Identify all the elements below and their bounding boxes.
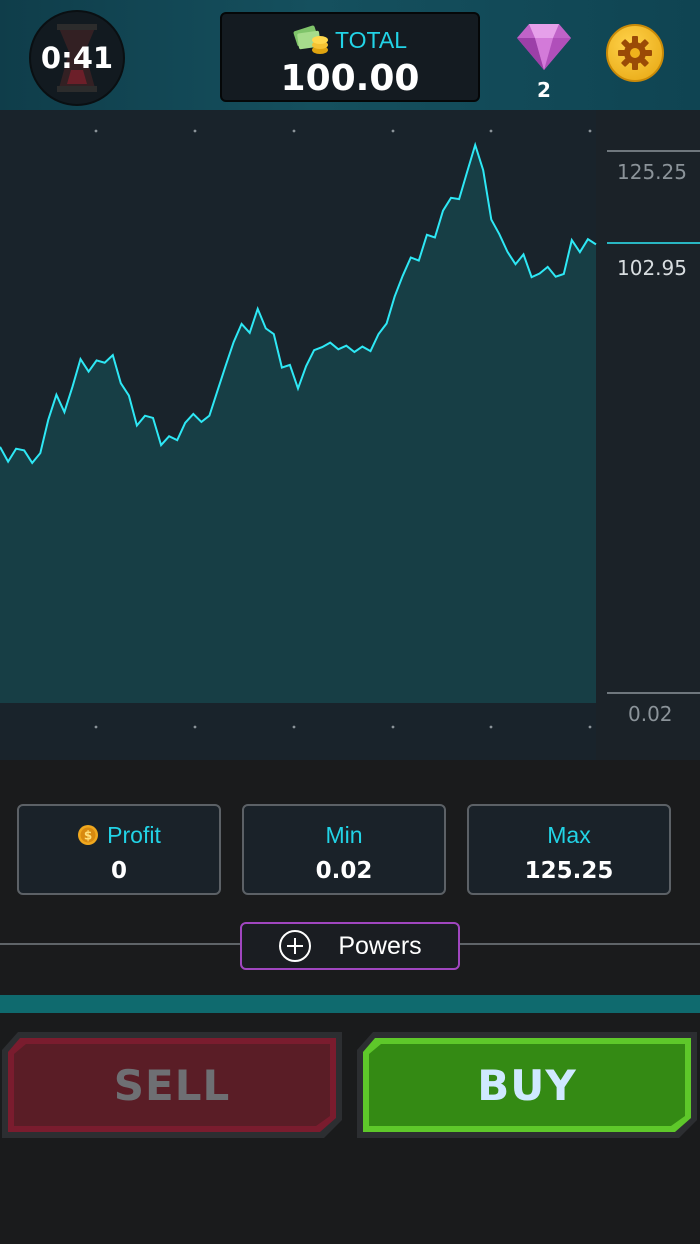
- svg-text:$: $: [84, 829, 92, 843]
- gear-icon: [618, 36, 652, 70]
- tick-dot: [391, 129, 395, 133]
- min-value: 0.02: [315, 858, 373, 884]
- tick-dot: [292, 725, 296, 729]
- sell-label: SELL: [113, 1060, 231, 1110]
- buy-button[interactable]: BUY: [355, 1030, 699, 1140]
- tick-dot: [391, 725, 395, 729]
- powers-label: Powers: [338, 931, 422, 960]
- profit-label: Profit: [107, 821, 161, 848]
- total-value: 100.00: [280, 58, 420, 99]
- tick-dot: [94, 725, 98, 729]
- total-label: TOTAL: [335, 26, 407, 53]
- max-panel: Max 125.25: [467, 804, 671, 895]
- top-bar: 0:41 TOTAL 100.00 2: [0, 0, 700, 110]
- profit-panel: $ Profit 0: [17, 804, 221, 895]
- price-chart: 125.25 102.95 0.02: [0, 110, 700, 760]
- tick-dot: [193, 129, 197, 133]
- tick-dot: [193, 725, 197, 729]
- gem-icon[interactable]: [517, 22, 571, 70]
- price-chart-svg: [0, 110, 700, 760]
- tick-dot: [588, 725, 592, 729]
- round-timer: 0:41: [29, 10, 125, 106]
- buy-label: BUY: [477, 1060, 577, 1110]
- coin-icon: $: [78, 825, 99, 845]
- price-area: [0, 145, 596, 703]
- tick-dot: [489, 725, 493, 729]
- tick-dot: [489, 129, 493, 133]
- total-balance-panel: TOTAL 100.00: [220, 12, 480, 102]
- y-label-min: 0.02: [628, 702, 673, 726]
- timer-text: 0:41: [40, 41, 114, 75]
- min-panel: Min 0.02: [242, 804, 446, 895]
- max-value: 125.25: [524, 858, 614, 884]
- plus-circle-icon: [279, 930, 312, 962]
- y-label-max: 125.25: [617, 160, 687, 184]
- gem-count: 2: [537, 78, 551, 102]
- settings-button[interactable]: [606, 24, 664, 82]
- y-label-current: 102.95: [617, 256, 687, 280]
- tick-dot: [292, 129, 296, 133]
- max-label: Max: [547, 821, 591, 848]
- divider-bar: [0, 995, 700, 1013]
- tick-dot: [588, 129, 592, 133]
- min-label: Min: [325, 821, 363, 848]
- powers-button[interactable]: Powers: [240, 922, 460, 970]
- sell-button[interactable]: SELL: [0, 1030, 344, 1140]
- cash-and-coins-icon: [293, 25, 328, 54]
- profit-value: 0: [110, 858, 127, 884]
- tick-dot: [94, 129, 98, 133]
